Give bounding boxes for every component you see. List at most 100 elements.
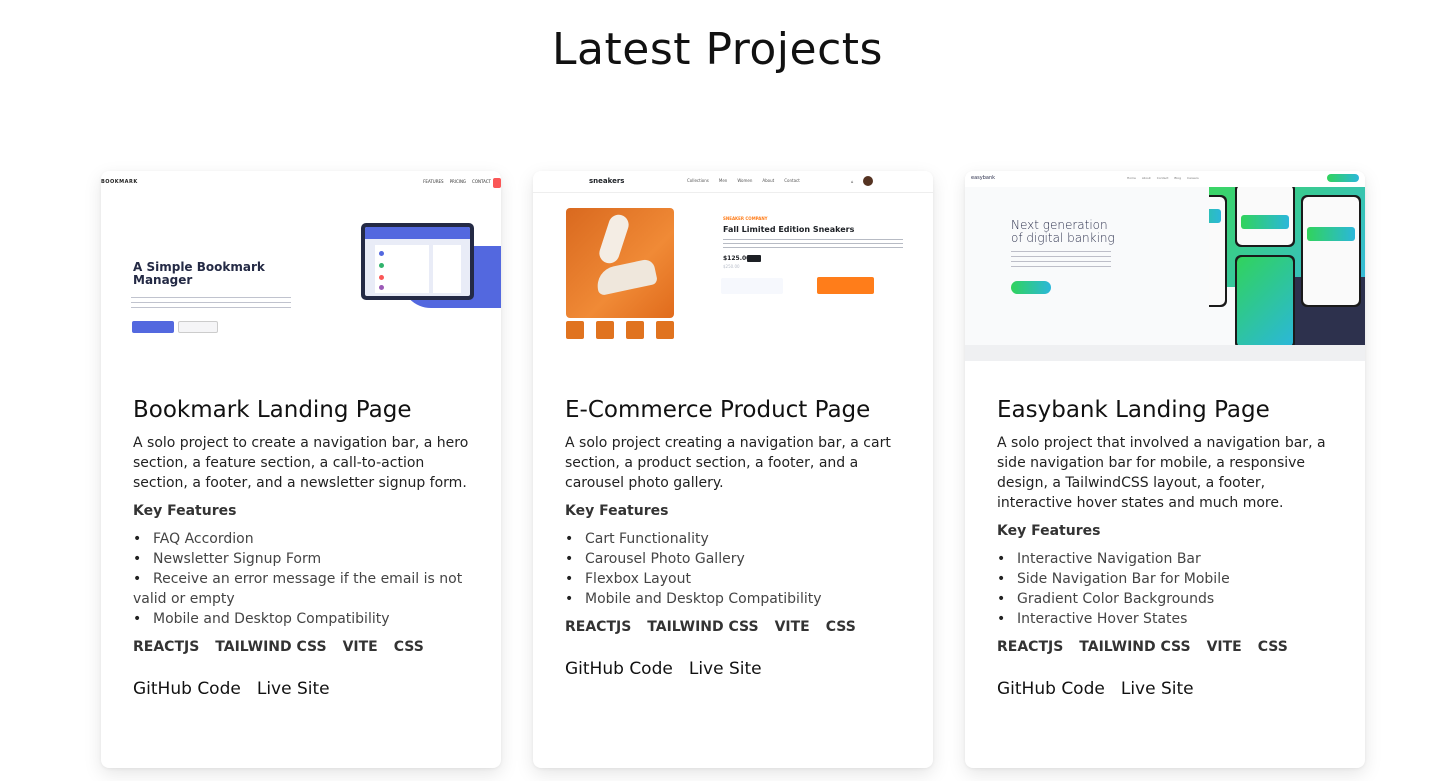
preview-nav-item: Women [737,178,753,183]
preview-thumbnail [566,321,584,339]
live-site-link[interactable]: Live Site [689,657,762,681]
tech-tags: REACTJS TAILWIND CSS VITE CSS [997,637,1337,657]
preview-thumbnail [656,321,674,339]
project-title: Easybank Landing Page [997,397,1270,423]
preview-heading: A Simple Bookmark Manager [133,260,265,287]
live-site-link[interactable]: Live Site [257,677,330,701]
project-card-easybank: easybank Home About Contact Blog Careers Nex… [965,171,1365,768]
feature-text: Mobile and Desktop Compatibility [585,591,822,607]
feature-text: Carousel Photo Gallery [585,551,745,567]
tech-tag: CSS [825,619,856,635]
feature-text: Receive an error message if the email is… [133,571,463,607]
feature-text: Interactive Navigation Bar [1017,551,1201,567]
project-screenshot-easybank: easybank Home About Contact Blog Careers Nex… [965,171,1365,361]
feature-text: Gradient Color Backgrounds [1017,591,1215,607]
tech-tag: TAILWIND CSS [1079,639,1191,655]
feature-item: • Receive an error message if the email i… [133,571,463,607]
preview-nav: easybank Home About Contact Blog Careers [965,171,1365,187]
github-code-link[interactable]: GitHub Code [997,677,1105,701]
preview-product-image [566,208,674,318]
preview-nav: FEATURES PRICING CONTACT [423,179,491,184]
preview-nav-item: PRICING [449,179,467,184]
project-title: Bookmark Landing Page [133,397,412,423]
preview-nav-item: About [762,178,775,183]
feature-item: • Side Navigation Bar for Mobile [997,571,1230,587]
project-description: A solo project creating a navigation bar… [565,435,891,491]
project-screenshot-bookmark: BOOKMARK FEATURES PRICING CONTACT A Simp… [101,171,501,361]
project-links: GitHub Code Live Site [997,677,1337,701]
feature-text: Mobile and Desktop Compatibility [153,611,390,627]
preview-heading: Fall Limited Edition Sneakers [723,225,855,234]
preview-logo: BOOKMARK [101,179,138,185]
preview-paragraph [131,297,291,309]
project-description: A solo project to create a navigation ba… [133,435,469,491]
feature-item: • Interactive Hover States [997,611,1188,627]
preview-nav-item: Contact [784,178,800,183]
project-links: GitHub Code Live Site [565,657,905,681]
preview-heading-line: of digital banking [1011,231,1115,245]
preview-description [723,239,903,249]
preview-discount-badge [747,255,761,262]
preview-quantity [721,278,783,294]
tech-tags: REACTJS TAILWIND CSS VITE CSS [133,637,473,657]
project-title: E-Commerce Product Page [565,397,871,423]
feature-item: • FAQ Accordion [133,531,254,547]
preview-old-price: $250.00 [723,264,740,269]
feature-text: Interactive Hover States [1017,611,1188,627]
tech-tag: VITE [342,639,378,655]
tech-tag: TAILWIND CSS [215,639,327,655]
tech-tag: CSS [393,639,424,655]
feature-text: Flexbox Layout [585,571,691,587]
preview-tablet-screen [365,227,470,296]
tech-tag: REACTJS [565,619,632,635]
feature-item: • Gradient Color Backgrounds [997,591,1215,607]
feature-item: • Flexbox Layout [565,571,691,587]
feature-item: • Carousel Photo Gallery [565,551,745,567]
preview-thumbnail [626,321,644,339]
github-code-link[interactable]: GitHub Code [565,657,673,681]
tech-tags: REACTJS TAILWIND CSS VITE CSS [565,617,905,637]
project-card-body: E-Commerce Product Page A solo project c… [565,395,905,681]
preview-avatar [863,176,873,186]
live-site-link[interactable]: Live Site [1121,677,1194,701]
key-features-heading: Key Features [565,503,669,519]
preview-logo: sneakers [589,177,625,185]
preview-primary-button [132,321,174,333]
feature-item: • Interactive Navigation Bar [997,551,1201,567]
preview-nav-item: FEATURES [423,179,444,184]
feature-item: • Newsletter Signup Form [133,551,322,567]
github-code-link[interactable]: GitHub Code [133,677,241,701]
preview-nav-links: Collections Men Women About Contact [687,178,800,183]
project-screenshot-ecommerce: sneakers Collections Men Women About Con… [533,171,933,361]
preview-mockups [1209,187,1365,345]
preview-add-to-cart [817,277,874,294]
tech-tag: REACTJS [133,639,200,655]
feature-text: Newsletter Signup Form [153,551,322,567]
preview-request-button [1011,281,1051,294]
project-description: A solo project that involved a navigatio… [997,435,1326,511]
preview-nav-item: CONTACT [472,179,491,184]
tech-tag: CSS [1257,639,1288,655]
feature-text: Cart Functionality [585,531,709,547]
feature-text: Side Navigation Bar for Mobile [1017,571,1230,587]
feature-item: • Mobile and Desktop Compatibility [565,591,822,607]
project-links: GitHub Code Live Site [133,677,473,701]
project-card-ecommerce: sneakers Collections Men Women About Con… [533,171,933,768]
project-card-bookmark: BOOKMARK FEATURES PRICING CONTACT A Simp… [101,171,501,768]
project-card-body: Bookmark Landing Page A solo project to … [133,395,473,701]
project-card-body: Easybank Landing Page A solo project tha… [997,395,1337,701]
key-features-heading: Key Features [133,503,237,519]
preview-nav-item: Collections [687,178,709,183]
features-list: • FAQ Accordion • Newsletter Signup Form •… [133,529,473,629]
tech-tag: TAILWIND CSS [647,619,759,635]
preview-company: SNEAKER COMPANY [723,216,768,221]
preview-invite-button [1327,174,1359,182]
preview-login-button [493,178,501,188]
tech-tag: VITE [1206,639,1242,655]
preview-nav-item: Men [718,178,728,183]
features-list: • Interactive Navigation Bar • Side Naviga… [997,549,1337,629]
preview-logo: easybank [971,175,996,181]
page-title: Latest Projects [552,24,883,75]
feature-item: • Mobile and Desktop Compatibility [133,611,390,627]
preview-cart-icon: ⌂ [851,179,854,184]
